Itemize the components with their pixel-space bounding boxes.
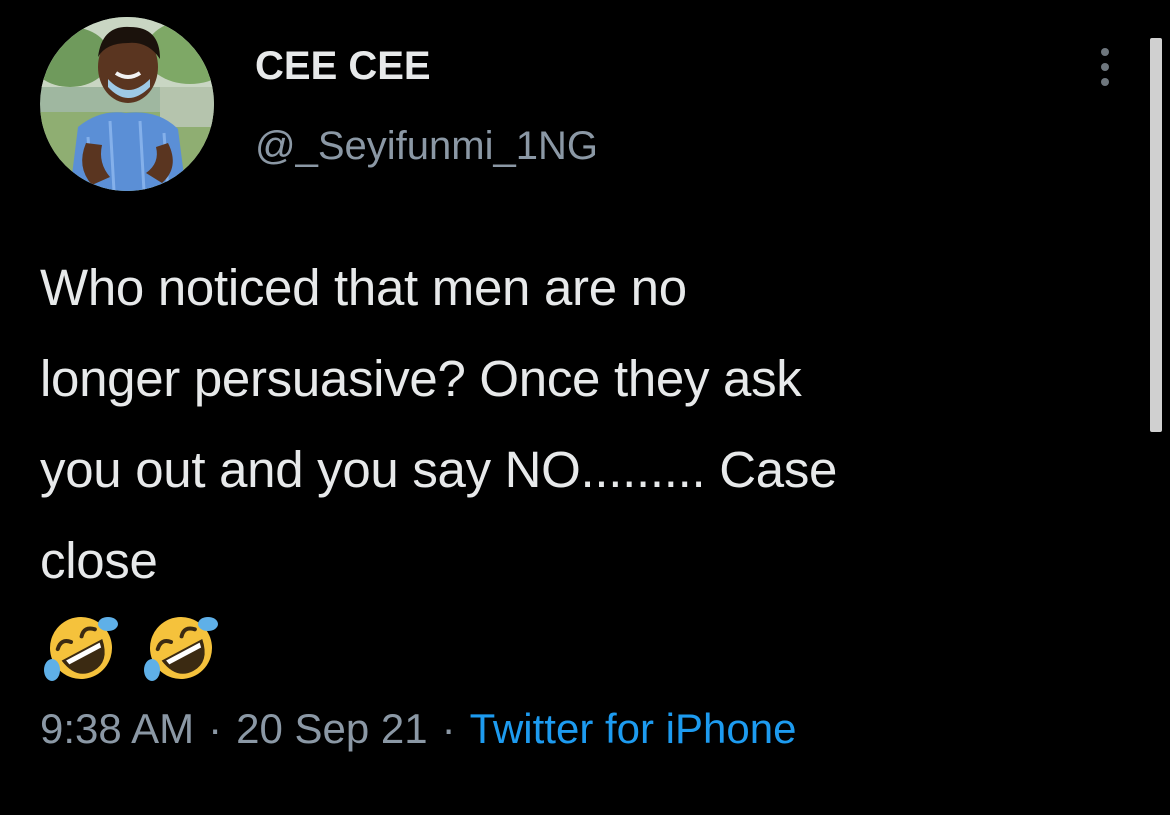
tweet-time[interactable]: 9:38 AM [40,705,194,752]
tweet-emojis [42,610,220,686]
separator-dot: · [208,705,223,752]
vertical-ellipsis-icon [1101,48,1109,86]
author-display-name[interactable]: CEE CEE [255,40,431,92]
scrollbar[interactable] [1150,38,1162,432]
more-options-button[interactable] [1086,40,1124,94]
tweet-date[interactable]: 20 Sep 21 [236,705,428,752]
tweet-card: CEE CEE @_Seyifunmi_1NG Who noticed that… [0,0,1170,815]
tweet-text: Who noticed that men are no longer persu… [40,259,838,589]
rolling-on-the-floor-laughing-icon [44,617,118,681]
separator-dot: · [441,705,456,752]
rolling-on-the-floor-laughing-icon [144,617,218,681]
tweet-source-link[interactable]: Twitter for iPhone [470,705,797,752]
profile-avatar[interactable] [40,17,214,191]
author-handle[interactable]: @_Seyifunmi_1NG [255,120,598,172]
tweet-metadata: 9:38 AM · 20 Sep 21 · Twitter for iPhone [40,700,796,758]
profile-photo-icon [40,17,214,191]
